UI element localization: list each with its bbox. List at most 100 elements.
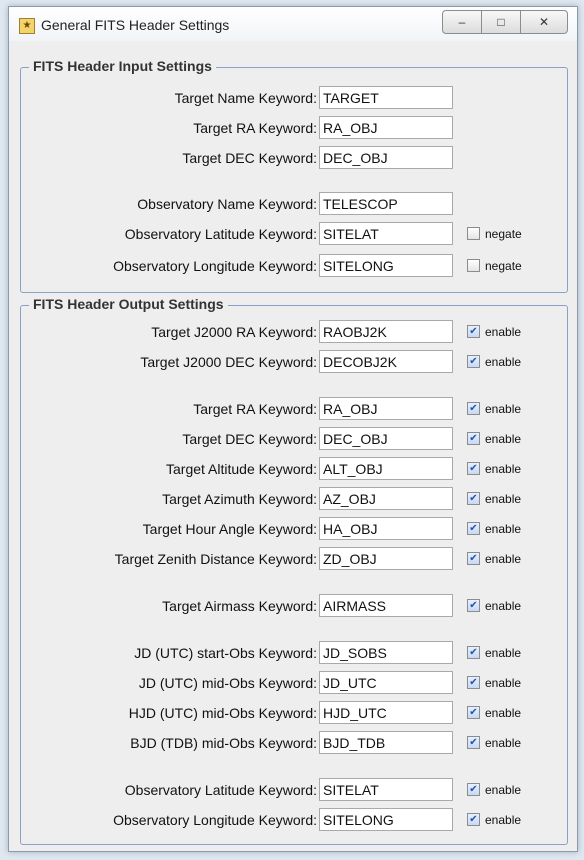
j2000-ra-enable-checkbox[interactable]: ✔ (467, 325, 480, 338)
input-row-observatory-name: Observatory Name Keyword: (21, 192, 567, 217)
output-row-observatory-latitude: Observatory Latitude Keyword: ✔ enable (21, 778, 567, 803)
bjd-mid-obs-label: BJD (TDB) mid-Obs Keyword: (130, 735, 317, 751)
target-dec-enable-checkbox[interactable]: ✔ (467, 432, 480, 445)
target-airmass-field[interactable] (319, 594, 453, 617)
target-azimuth-enable-label[interactable]: enable (485, 492, 521, 506)
target-azimuth-enable-checkbox[interactable]: ✔ (467, 492, 480, 505)
close-button[interactable]: ✕ (520, 10, 568, 34)
target-name-field[interactable] (319, 86, 453, 109)
jd-start-obs-enable-label[interactable]: enable (485, 646, 521, 660)
output-row-target-hour-angle: Target Hour Angle Keyword: ✔ enable (21, 517, 567, 542)
jd-start-obs-label: JD (UTC) start-Obs Keyword: (134, 645, 317, 661)
target-hour-angle-field[interactable] (319, 517, 453, 540)
target-airmass-enable-checkbox[interactable]: ✔ (467, 599, 480, 612)
target-ra-enable-label[interactable]: enable (485, 402, 521, 416)
jd-mid-obs-enable-checkbox[interactable]: ✔ (467, 676, 480, 689)
bjd-mid-obs-field[interactable] (319, 731, 453, 754)
target-zenith-distance-label: Target Zenith Distance Keyword: (114, 551, 317, 567)
output-row-jd-mid-obs: JD (UTC) mid-Obs Keyword: ✔ enable (21, 671, 567, 696)
telescope-icon: ★ (19, 18, 35, 34)
target-airmass-enable-label[interactable]: enable (485, 599, 521, 613)
target-ra-enable-checkbox[interactable]: ✔ (467, 402, 480, 415)
output-row-j2000-dec: Target J2000 DEC Keyword: ✔ enable (21, 350, 567, 375)
output-row-target-airmass: Target Airmass Keyword: ✔ enable (21, 594, 567, 619)
target-zenith-distance-enable-label[interactable]: enable (485, 552, 521, 566)
output-observatory-latitude-field[interactable] (319, 778, 453, 801)
jd-mid-obs-label: JD (UTC) mid-Obs Keyword: (138, 675, 317, 691)
output-observatory-longitude-label: Observatory Longitude Keyword: (113, 812, 317, 828)
output-row-target-ra: Target RA Keyword: ✔ enable (21, 397, 567, 422)
target-name-label: Target Name Keyword: (174, 90, 317, 106)
observatory-name-field[interactable] (319, 192, 453, 215)
minimize-button[interactable]: – (442, 10, 482, 34)
output-row-target-zenith-distance: Target Zenith Distance Keyword: ✔ enable (21, 547, 567, 572)
maximize-button[interactable]: □ (481, 10, 521, 34)
observatory-latitude-enable-checkbox[interactable]: ✔ (467, 783, 480, 796)
hjd-mid-obs-field[interactable] (319, 701, 453, 724)
jd-mid-obs-enable-label[interactable]: enable (485, 676, 521, 690)
latitude-negate-label[interactable]: negate (485, 227, 522, 241)
title-bar[interactable]: ★ General FITS Header Settings – □ ✕ (9, 7, 577, 41)
jd-mid-obs-field[interactable] (319, 671, 453, 694)
output-target-dec-label: Target DEC Keyword: (182, 431, 317, 447)
j2000-dec-enable-checkbox[interactable]: ✔ (467, 355, 480, 368)
target-zenith-distance-field[interactable] (319, 547, 453, 570)
target-altitude-field[interactable] (319, 457, 453, 480)
output-observatory-longitude-field[interactable] (319, 808, 453, 831)
input-row-target-ra: Target RA Keyword: (21, 116, 567, 141)
observatory-longitude-enable-label[interactable]: enable (485, 813, 521, 827)
observatory-latitude-enable-label[interactable]: enable (485, 783, 521, 797)
observatory-latitude-label: Observatory Latitude Keyword: (124, 226, 317, 242)
target-zenith-distance-enable-checkbox[interactable]: ✔ (467, 552, 480, 565)
j2000-dec-enable-label[interactable]: enable (485, 355, 521, 369)
j2000-ra-enable-label[interactable]: enable (485, 325, 521, 339)
bjd-mid-obs-enable-checkbox[interactable]: ✔ (467, 736, 480, 749)
target-altitude-enable-checkbox[interactable]: ✔ (467, 462, 480, 475)
latitude-negate-checkbox[interactable] (467, 227, 480, 240)
window-title: General FITS Header Settings (41, 17, 230, 33)
longitude-negate-checkbox[interactable] (467, 259, 480, 272)
output-target-ra-field[interactable] (319, 397, 453, 420)
output-row-target-azimuth: Target Azimuth Keyword: ✔ enable (21, 487, 567, 512)
input-row-observatory-latitude: Observatory Latitude Keyword: negate (21, 222, 567, 247)
target-dec-enable-label[interactable]: enable (485, 432, 521, 446)
hjd-mid-obs-enable-label[interactable]: enable (485, 706, 521, 720)
input-row-target-name: Target Name Keyword: (21, 86, 567, 111)
longitude-negate-label[interactable]: negate (485, 259, 522, 273)
output-settings-group: FITS Header Output Settings Target J2000… (20, 296, 568, 845)
hjd-mid-obs-label: HJD (UTC) mid-Obs Keyword: (128, 705, 317, 721)
j2000-dec-field[interactable] (319, 350, 453, 373)
j2000-ra-field[interactable] (319, 320, 453, 343)
bjd-mid-obs-enable-label[interactable]: enable (485, 736, 521, 750)
observatory-latitude-field[interactable] (319, 222, 453, 245)
output-target-dec-field[interactable] (319, 427, 453, 450)
target-ra-label: Target RA Keyword: (193, 120, 317, 136)
jd-start-obs-enable-checkbox[interactable]: ✔ (467, 646, 480, 659)
output-row-observatory-longitude: Observatory Longitude Keyword: ✔ enable (21, 808, 567, 833)
j2000-dec-label: Target J2000 DEC Keyword: (140, 354, 317, 370)
output-row-bjd-mid-obs: BJD (TDB) mid-Obs Keyword: ✔ enable (21, 731, 567, 756)
target-hour-angle-enable-label[interactable]: enable (485, 522, 521, 536)
hjd-mid-obs-enable-checkbox[interactable]: ✔ (467, 706, 480, 719)
input-settings-group: FITS Header Input Settings Target Name K… (20, 58, 568, 293)
target-azimuth-field[interactable] (319, 487, 453, 510)
output-row-hjd-mid-obs: HJD (UTC) mid-Obs Keyword: ✔ enable (21, 701, 567, 726)
target-hour-angle-label: Target Hour Angle Keyword: (142, 521, 317, 537)
target-altitude-enable-label[interactable]: enable (485, 462, 521, 476)
output-target-ra-label: Target RA Keyword: (193, 401, 317, 417)
observatory-longitude-field[interactable] (319, 254, 453, 277)
j2000-ra-label: Target J2000 RA Keyword: (151, 324, 317, 340)
output-row-j2000-ra: Target J2000 RA Keyword: ✔ enable (21, 320, 567, 345)
output-row-target-dec: Target DEC Keyword: ✔ enable (21, 427, 567, 452)
target-dec-field[interactable] (319, 146, 453, 169)
jd-start-obs-field[interactable] (319, 641, 453, 664)
target-azimuth-label: Target Azimuth Keyword: (162, 491, 317, 507)
target-ra-field[interactable] (319, 116, 453, 139)
output-row-target-altitude: Target Altitude Keyword: ✔ enable (21, 457, 567, 482)
target-hour-angle-enable-checkbox[interactable]: ✔ (467, 522, 480, 535)
input-row-observatory-longitude: Observatory Longitude Keyword: negate (21, 254, 567, 279)
target-airmass-label: Target Airmass Keyword: (162, 598, 317, 614)
observatory-longitude-enable-checkbox[interactable]: ✔ (467, 813, 480, 826)
settings-window: ★ General FITS Header Settings – □ ✕ FIT… (8, 6, 578, 852)
output-group-title: FITS Header Output Settings (29, 296, 228, 312)
